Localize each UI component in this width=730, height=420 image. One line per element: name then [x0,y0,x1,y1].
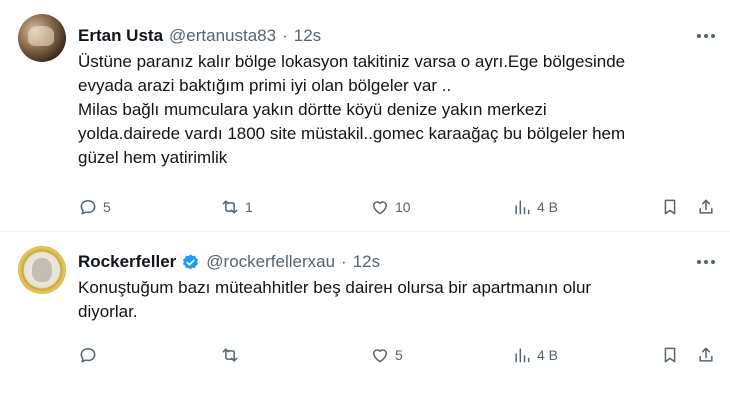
user-handle[interactable]: @rockerfellerxau [206,252,335,272]
views-icon [515,348,530,363]
tweet-text-line: Konuştuğum bazı müteahhitler beş daireн … [78,278,592,297]
timestamp[interactable]: 12s [353,252,380,272]
retweet-icon [222,348,238,362]
separator: · [282,26,288,45]
retweet-icon [222,200,238,214]
like-button[interactable]: 10 [370,196,411,218]
bookmark-button[interactable] [660,196,680,218]
avatar[interactable] [18,14,66,62]
reply-icon [80,200,96,215]
like-button[interactable]: 5 [370,344,403,366]
reply-button[interactable]: 5 [78,196,111,218]
share-icon [699,199,713,214]
heart-icon [373,201,387,215]
display-name[interactable]: Ertan Usta [78,26,163,46]
more-icon[interactable] [694,26,718,46]
timestamp[interactable]: 12s [294,26,321,46]
retweet-count: 1 [245,199,253,215]
tweet-text-line: güzel hem yatirimlik [78,148,228,167]
tweet-text: Konuştuğum bazı müteahhitler beş daireн … [78,276,708,324]
bookmark-icon [664,199,676,215]
share-button[interactable] [696,196,716,218]
tweet-header: Ertan Usta @ertanusta83 · 12s [78,24,321,48]
tweet-ertan-usta[interactable]: Ertan Usta @ertanusta83 · 12s Üstüne par… [0,0,730,232]
tweet-header: Rockerfeller @rockerfellerxau · 12s [78,250,380,274]
views-icon [515,200,530,215]
separator: · [341,252,347,271]
views-count: 4 B [537,347,559,363]
share-icon [699,347,713,362]
share-button[interactable] [696,344,716,366]
bookmark-button[interactable] [660,344,680,366]
retweet-button[interactable]: 1 [220,196,253,218]
reply-count: 5 [103,199,111,215]
tweet-text-line: Milas bağlı mumculara yakın dörtte köyü … [78,100,547,119]
more-icon[interactable] [694,252,718,272]
bookmark-icon [664,347,676,363]
like-count: 5 [395,347,403,363]
reply-icon [80,348,96,363]
user-handle[interactable]: @ertanusta83 [169,26,276,46]
reply-button[interactable] [78,344,103,366]
heart-icon [373,349,387,363]
views-button[interactable]: 4 B [512,196,558,218]
tweet-actions: 5 4 B [78,344,718,366]
tweet-text: Üstüne paranız kalır bölge lokasyon taki… [78,50,708,170]
views-count: 4 B [537,199,559,215]
retweet-button[interactable] [220,344,245,366]
tweet-text-line: evyada arazi baktığım primi iyi olan böl… [78,76,452,95]
display-name[interactable]: Rockerfeller [78,252,176,272]
verified-badge-icon [183,253,199,269]
like-count: 10 [395,199,411,215]
avatar[interactable] [18,246,66,294]
tweet-text-line: yoldа.dairede vardı 1800 site müstakil..… [78,124,626,143]
views-button[interactable]: 4 B [512,344,558,366]
tweet-text-line: diyorlar. [78,302,138,321]
tweet-actions: 5 1 10 4 B [78,196,718,218]
tweet-text-line: Üstüne paranız kalır bölge lokasyon taki… [78,52,626,71]
